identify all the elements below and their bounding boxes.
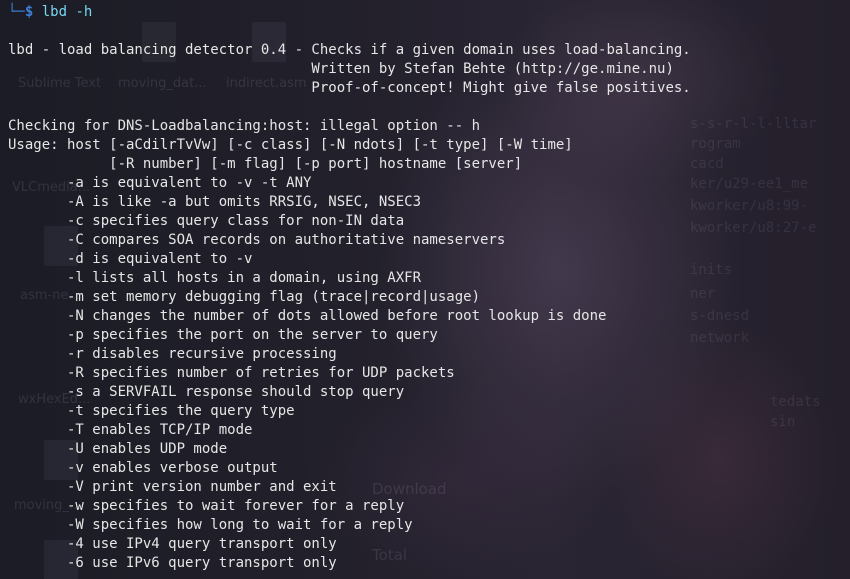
prompt-corner: └─ xyxy=(8,4,25,20)
background-process-line: kworker/u8:99- xyxy=(690,198,809,214)
background-process-line: s-dnesd xyxy=(690,308,750,324)
prompt-symbol: $ xyxy=(24,4,34,20)
output-line: Usage: host [-aCdilrTvVw] [-c class] [-N… xyxy=(8,137,573,153)
output-line: -6 use IPv6 query transport only xyxy=(8,555,337,571)
background-process-line: rogram xyxy=(690,136,741,152)
output-line: -U enables UDP mode xyxy=(8,441,228,457)
output-line: -s a SERVFAIL response should stop query xyxy=(8,384,405,400)
output-line: -A is like -a but omits RRSIG, NSEC, NSE… xyxy=(8,194,422,210)
background-process-line: network xyxy=(690,330,750,346)
output-line: -w specifies to wait forever for a reply xyxy=(8,498,405,514)
output-line: -p specifies the port on the server to q… xyxy=(8,327,438,343)
output-line: -d is equivalent to -v xyxy=(8,251,253,267)
output-line: Checking for DNS-Loadbalancing:host: ill… xyxy=(8,118,481,134)
output-line: -R specifies number of retries for UDP p… xyxy=(8,365,455,381)
output-line: [-R number] [-m flag] [-p port] hostname… xyxy=(8,156,523,172)
output-line: Written by Stefan Behte (http://ge.mine.… xyxy=(8,61,674,77)
background-process-line: kworker/u8:27-e xyxy=(690,220,817,236)
output-line: -m set memory debugging flag (trace|reco… xyxy=(8,289,481,305)
output-line: -r disables recursive processing xyxy=(8,346,337,362)
background-process-line: inits xyxy=(690,262,733,278)
output-line: -4 use IPv4 query transport only xyxy=(8,536,337,552)
command-prompt[interactable]: └─$ lbd -h xyxy=(8,3,92,22)
output-line: -l lists all hosts in a domain, using AX… xyxy=(8,270,422,286)
background-process-line: sin xyxy=(770,414,796,430)
output-line: lbd - load balancing detector 0.4 - Chec… xyxy=(8,42,691,58)
output-line: -V print version number and exit xyxy=(8,479,337,495)
background-process-line: cacd xyxy=(690,156,724,172)
background-process-line: ker/u29-ee1_me xyxy=(690,176,809,192)
output-line: -a is equivalent to -v -t ANY xyxy=(8,175,312,191)
background-process-line: s-s-r-l-l-lltar xyxy=(690,116,817,132)
output-line: -c specifies query class for non-IN data xyxy=(8,213,405,229)
output-line: -C compares SOA records on authoritative… xyxy=(8,232,506,248)
output-line: Proof-of-concept! Might give false posit… xyxy=(8,80,691,96)
output-line: -N changes the number of dots allowed be… xyxy=(8,308,607,324)
output-line: -T enables TCP/IP mode xyxy=(8,422,253,438)
output-line: -W specifies how long to wait for a repl… xyxy=(8,517,413,533)
output-line: -v enables verbose output xyxy=(8,460,278,476)
typed-command: lbd -h xyxy=(41,4,93,20)
terminal-output: lbd - load balancing detector 0.4 - Chec… xyxy=(8,41,691,573)
background-process-line: tedats xyxy=(770,394,821,410)
background-process-line: ner xyxy=(690,286,716,302)
output-line: -t specifies the query type xyxy=(8,403,295,419)
